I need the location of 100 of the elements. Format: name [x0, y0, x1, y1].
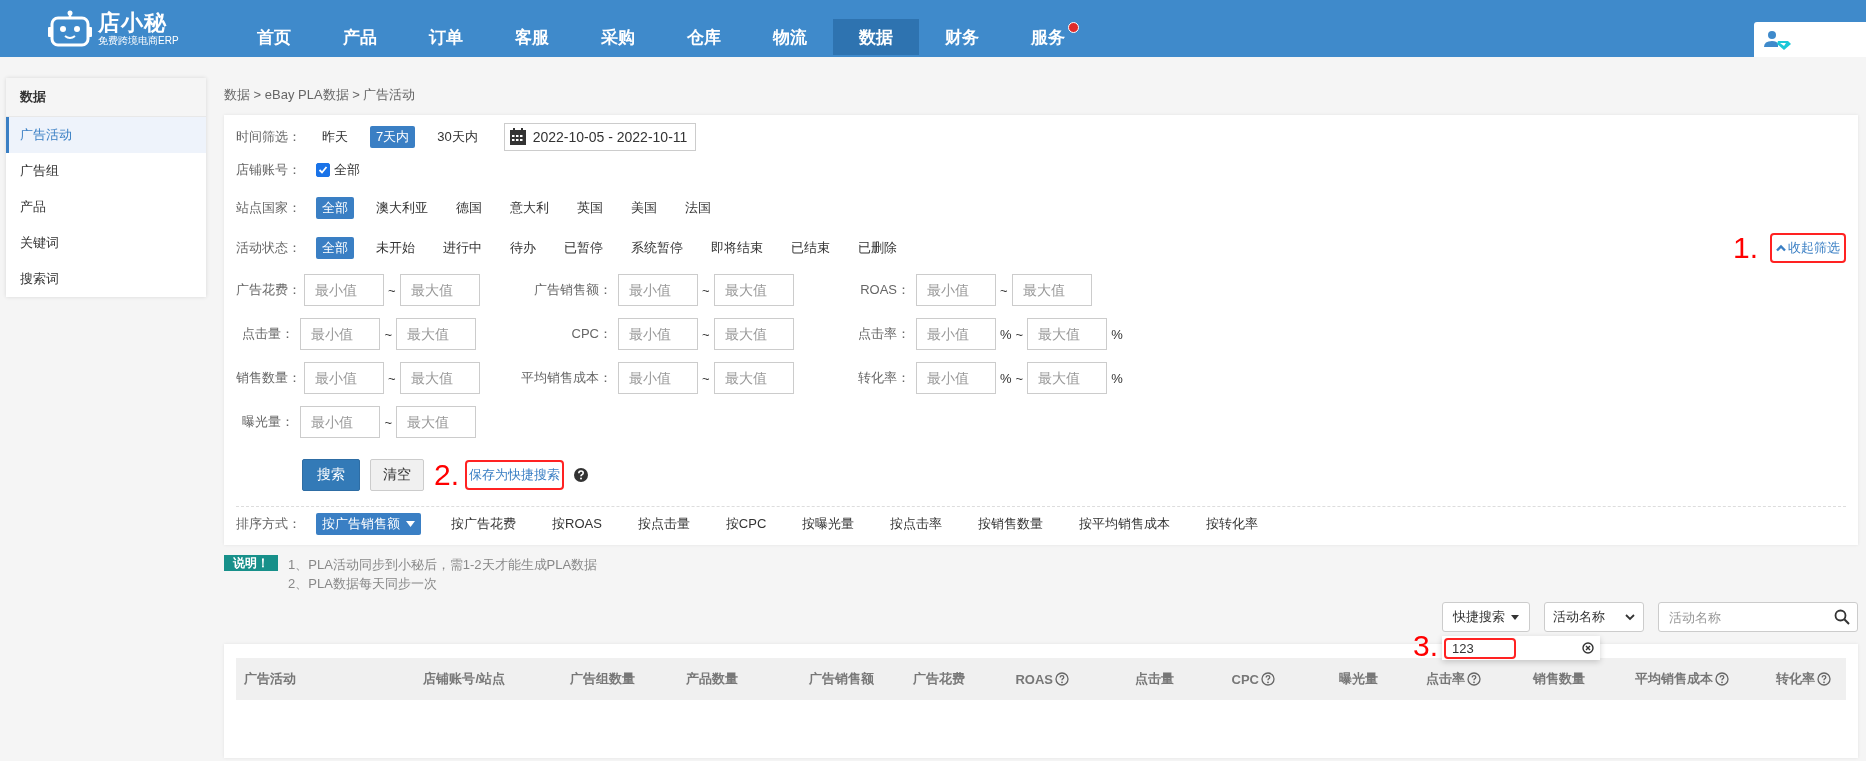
column-header: ROAS — [1015, 671, 1053, 687]
checkbox[interactable] — [316, 163, 330, 177]
min-value-field[interactable]: 最小值 — [916, 274, 996, 306]
field-select[interactable]: 活动名称 — [1544, 602, 1644, 632]
filter-option[interactable]: 美国 — [625, 197, 663, 219]
min-value-field[interactable]: 最小值 — [300, 406, 381, 438]
range-separator: ~ — [702, 370, 710, 386]
filter-label: 点击率： — [857, 325, 910, 343]
filter-option[interactable]: 30天内 — [431, 126, 484, 148]
nav-tab[interactable]: 数据 — [832, 19, 919, 55]
sidebar-item[interactable]: 搜索词 — [6, 261, 206, 297]
column-header: CPC — [1231, 671, 1259, 687]
logo-tagline: 免费跨境电商ERP — [98, 34, 179, 47]
nav-tab[interactable]: 财务 — [918, 19, 1005, 55]
sort-option[interactable]: 按转化率 — [1200, 513, 1265, 535]
min-value-field[interactable]: 最小值 — [618, 318, 698, 350]
search-icon[interactable] — [1834, 609, 1850, 625]
sort-option[interactable]: 按点击量 — [631, 513, 696, 535]
filter-option[interactable]: 已删除 — [852, 237, 903, 259]
filter-option[interactable]: 澳大利亚 — [370, 197, 434, 219]
column-header: 点击率 — [1426, 670, 1465, 688]
sort-option[interactable]: 按ROAS — [546, 513, 608, 535]
sidebar-item[interactable]: 广告活动 — [6, 117, 206, 153]
range-separator: ~ — [1015, 370, 1024, 386]
filter-option[interactable]: 全部 — [316, 197, 354, 219]
quick-search-dropdown[interactable]: 快捷搜索 — [1442, 602, 1530, 632]
max-value-field[interactable]: 最大值 — [396, 318, 476, 350]
sort-option[interactable]: 按点击率 — [884, 513, 949, 535]
nav-tab[interactable]: 客服 — [488, 19, 575, 55]
min-value-field[interactable]: 最小值 — [618, 274, 698, 306]
min-value-field[interactable]: 最小值 — [300, 318, 381, 350]
min-value-field[interactable]: 最小值 — [304, 274, 384, 306]
max-value-field[interactable]: 最大值 — [713, 318, 794, 350]
column-header: 广告活动 — [244, 670, 296, 688]
sidebar-item[interactable]: 广告组 — [6, 153, 206, 189]
filter-option[interactable]: 英国 — [571, 197, 609, 219]
filter-option[interactable]: 法国 — [679, 197, 717, 219]
nav-tab[interactable]: 仓库 — [660, 19, 747, 55]
max-value-field[interactable]: 最大值 — [396, 406, 476, 438]
filter-label: ROAS： — [859, 281, 910, 299]
column-header: 转化率 — [1776, 670, 1815, 688]
range-separator: ~ — [384, 326, 392, 342]
filter-label: 广告花费： — [236, 281, 298, 299]
filter-option[interactable]: 全部 — [316, 237, 354, 259]
sort-option[interactable]: 按广告花费 — [445, 513, 522, 535]
filter-label: 转化率： — [857, 369, 910, 387]
sort-option[interactable]: 按平均销售成本 — [1073, 513, 1177, 535]
range-separator: ~ — [702, 282, 710, 298]
filter-option[interactable]: 意大利 — [504, 197, 555, 219]
range-separator: ~ — [384, 414, 392, 430]
max-value-field[interactable]: 最大值 — [1027, 362, 1108, 394]
nav-tab[interactable]: 采购 — [574, 19, 661, 55]
max-value-field[interactable]: 最大值 — [1011, 274, 1092, 306]
filter-option[interactable]: 已结束 — [785, 237, 836, 259]
column-header: 曝光量 — [1339, 670, 1378, 688]
search-button[interactable]: 搜索 — [302, 459, 360, 491]
callout-number: 2. — [434, 459, 460, 491]
nav-tab[interactable]: 产品 — [316, 19, 403, 55]
min-value-field[interactable]: 最小值 — [916, 318, 996, 350]
sort-option[interactable]: 按CPC — [719, 513, 773, 535]
date-range-field[interactable]: 2022-10-05 - 2022-10-11 — [503, 123, 697, 151]
filter-option[interactable]: 系统暂停 — [625, 237, 689, 259]
calendar-icon — [508, 128, 527, 146]
filter-option[interactable]: 昨天 — [316, 126, 354, 148]
nav-tab[interactable]: 物流 — [746, 19, 833, 55]
max-value-field[interactable]: 最大值 — [713, 362, 794, 394]
sort-option[interactable]: 按广告销售额 — [316, 513, 421, 535]
filter-option[interactable]: 即将结束 — [705, 237, 769, 259]
nav-tab[interactable]: 服务 — [1004, 19, 1091, 55]
min-value-field[interactable]: 最小值 — [916, 362, 996, 394]
nav-tab[interactable]: 首页 — [230, 19, 317, 55]
sort-option[interactable]: 按曝光量 — [796, 513, 861, 535]
column-header: 广告销售额 — [809, 670, 874, 688]
filter-option[interactable]: 待办 — [504, 237, 542, 259]
min-value-field[interactable]: 最小值 — [304, 362, 384, 394]
column-header: 店铺账号/站点 — [423, 670, 505, 688]
min-value-field[interactable]: 最小值 — [618, 362, 698, 394]
filter-option[interactable]: 7天内 — [370, 126, 416, 148]
filter-option[interactable]: 德国 — [450, 197, 488, 219]
sidebar-title: 数据 — [6, 78, 206, 117]
filter-option[interactable]: 进行中 — [437, 237, 488, 259]
remove-icon[interactable] — [1582, 642, 1594, 654]
sort-option[interactable]: 按销售数量 — [972, 513, 1050, 535]
sidebar-item[interactable]: 产品 — [6, 189, 206, 225]
max-value-field[interactable]: 最大值 — [399, 274, 480, 306]
menu-item[interactable]: 123 — [1444, 637, 1516, 659]
collapse-filter-link[interactable]: 收起筛选 — [1770, 233, 1846, 263]
filter-option[interactable]: 已暂停 — [558, 237, 609, 259]
nav-tab[interactable]: 订单 — [402, 19, 489, 55]
max-value-field[interactable]: 最大值 — [1027, 318, 1108, 350]
user-panel[interactable] — [1754, 22, 1866, 57]
filter-option[interactable]: 未开始 — [370, 237, 421, 259]
clear-button[interactable]: 清空 — [370, 459, 424, 491]
sidebar-item[interactable]: 关键词 — [6, 225, 206, 261]
max-value-field[interactable]: 最大值 — [713, 274, 794, 306]
save-quick-search-link[interactable]: 保存为快捷搜索 — [465, 460, 565, 490]
search-field[interactable]: 活动名称 — [1658, 602, 1858, 632]
max-value-field[interactable]: 最大值 — [399, 362, 480, 394]
user-vip-icon — [1764, 29, 1792, 50]
range-separator: ~ — [702, 326, 710, 342]
